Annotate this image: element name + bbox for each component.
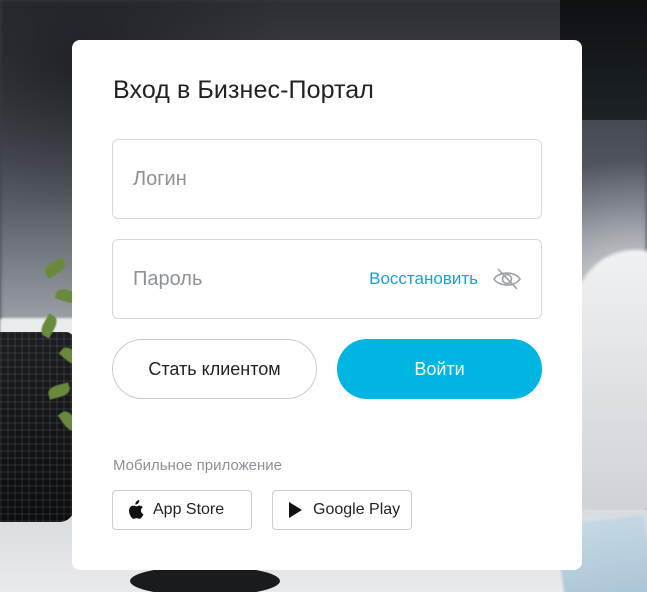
google-play-button[interactable]: Google Play [272,490,412,530]
google-play-label: Google Play [313,501,401,518]
app-store-label: App Store [153,501,225,518]
login-title: Вход в Бизнес-Портал [113,76,374,104]
login-field[interactable] [112,139,542,219]
eye-off-icon[interactable] [492,267,522,291]
login-button[interactable]: Войти [337,339,542,399]
login-input[interactable] [113,140,541,218]
login-card: Вход в Бизнес-Портал Восстановить Стать … [72,40,582,570]
password-input[interactable] [113,240,370,318]
background-basket [0,332,74,522]
mobile-app-label: Мобильное приложение [113,457,282,474]
apple-icon [125,500,145,520]
app-store-button[interactable]: App Store [112,490,252,530]
password-field[interactable]: Восстановить [112,239,542,319]
play-icon [285,500,305,520]
background-chair [575,250,647,510]
become-client-button[interactable]: Стать клиентом [112,339,317,399]
restore-password-link[interactable]: Восстановить [369,269,478,289]
